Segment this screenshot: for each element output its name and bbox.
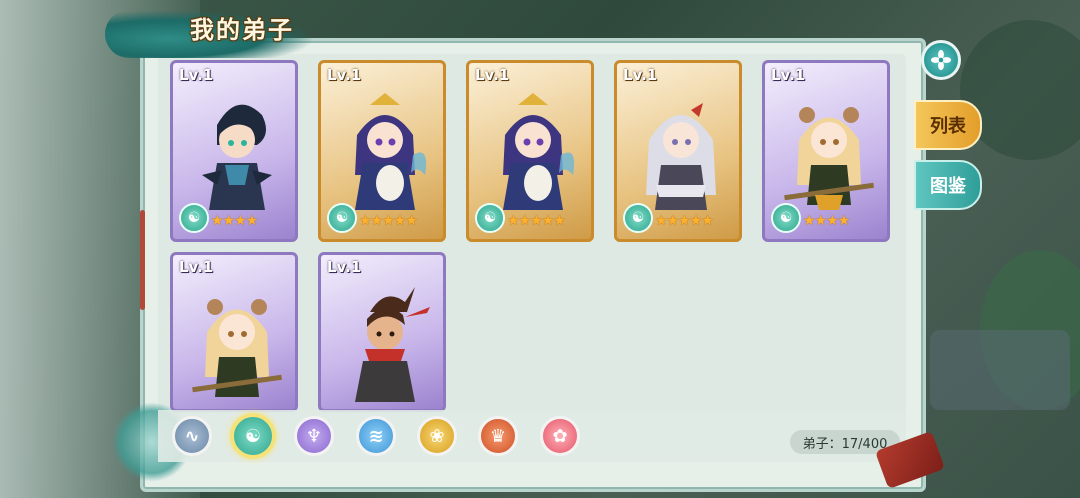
card-level: Lv.1: [179, 258, 214, 276]
wind-swirl-icon: ∿: [184, 425, 200, 447]
card-level: Lv.1: [771, 66, 806, 84]
star-rating: ★★★★★: [507, 213, 566, 229]
card-level: Lv.1: [327, 66, 362, 84]
tab-list[interactable]: 列表: [914, 100, 982, 150]
demon-mask-filter[interactable]: ♆: [294, 416, 334, 456]
tab-atlas[interactable]: 图鉴: [914, 160, 982, 210]
yin-yang-icon: ☯: [475, 203, 505, 233]
water-wave-filter[interactable]: ≋: [356, 416, 396, 456]
yin-yang-icon: ☯: [244, 425, 262, 447]
lotus-gold-filter[interactable]: ❀: [417, 416, 457, 456]
star-rating: ★★★★★: [359, 213, 418, 229]
dark-swordsman-portrait: [202, 104, 272, 210]
pipa-lady-portrait: [355, 93, 427, 210]
scroll-indicator[interactable]: [140, 210, 145, 310]
lotus-gold-icon: ❀: [429, 425, 445, 447]
card-level: Lv.1: [179, 66, 214, 84]
disciple-card[interactable]: Lv.1 ☯ ★★★★★: [614, 60, 742, 242]
white-haired-warrior-portrait: [646, 103, 716, 210]
disciple-card[interactable]: Lv.1 ☯ ★★★★★: [318, 60, 446, 242]
star-rating: ★★★★: [211, 213, 258, 229]
flame-crown-filter[interactable]: ♛: [478, 416, 518, 456]
yin-yang-filter[interactable]: ☯: [230, 413, 276, 459]
blonde-staff-girl-portrait: [192, 299, 282, 397]
yin-yang-icon: ☯: [327, 203, 357, 233]
pipa-lady-portrait: [503, 93, 575, 210]
yin-yang-icon: ☯: [623, 203, 653, 233]
disciple-card[interactable]: Lv.1: [170, 252, 298, 412]
yin-yang-icon: ☯: [771, 203, 801, 233]
star-rating: ★★★★★: [655, 213, 714, 229]
disciple-card[interactable]: Lv.1 ☯ ★★★★★: [466, 60, 594, 242]
page-title: 我的弟子: [190, 15, 294, 44]
close-button[interactable]: [921, 40, 961, 80]
disciple-card[interactable]: Lv.1 ☯ ★★★★: [170, 60, 298, 242]
pink-lotus-icon: ✿: [552, 425, 568, 447]
disciple-card[interactable]: Lv.1 ☯ ★★★★: [762, 60, 890, 242]
water-wave-icon: ≋: [368, 425, 384, 447]
card-level: Lv.1: [327, 258, 362, 276]
red-scarf-fighter-portrait: [355, 287, 430, 402]
yin-yang-icon: ☯: [179, 203, 209, 233]
disciple-card[interactable]: Lv.1: [318, 252, 446, 412]
blonde-staff-girl-portrait: [784, 107, 874, 210]
wind-swirl-filter[interactable]: ∿: [172, 416, 212, 456]
demon-mask-icon: ♆: [305, 425, 323, 447]
background-roof: [930, 330, 1070, 410]
flame-crown-icon: ♛: [489, 425, 507, 447]
card-level: Lv.1: [623, 66, 658, 84]
flower-close-icon: [930, 49, 952, 71]
pink-lotus-filter[interactable]: ✿: [540, 416, 580, 456]
star-rating: ★★★★: [803, 213, 850, 229]
card-level: Lv.1: [475, 66, 510, 84]
